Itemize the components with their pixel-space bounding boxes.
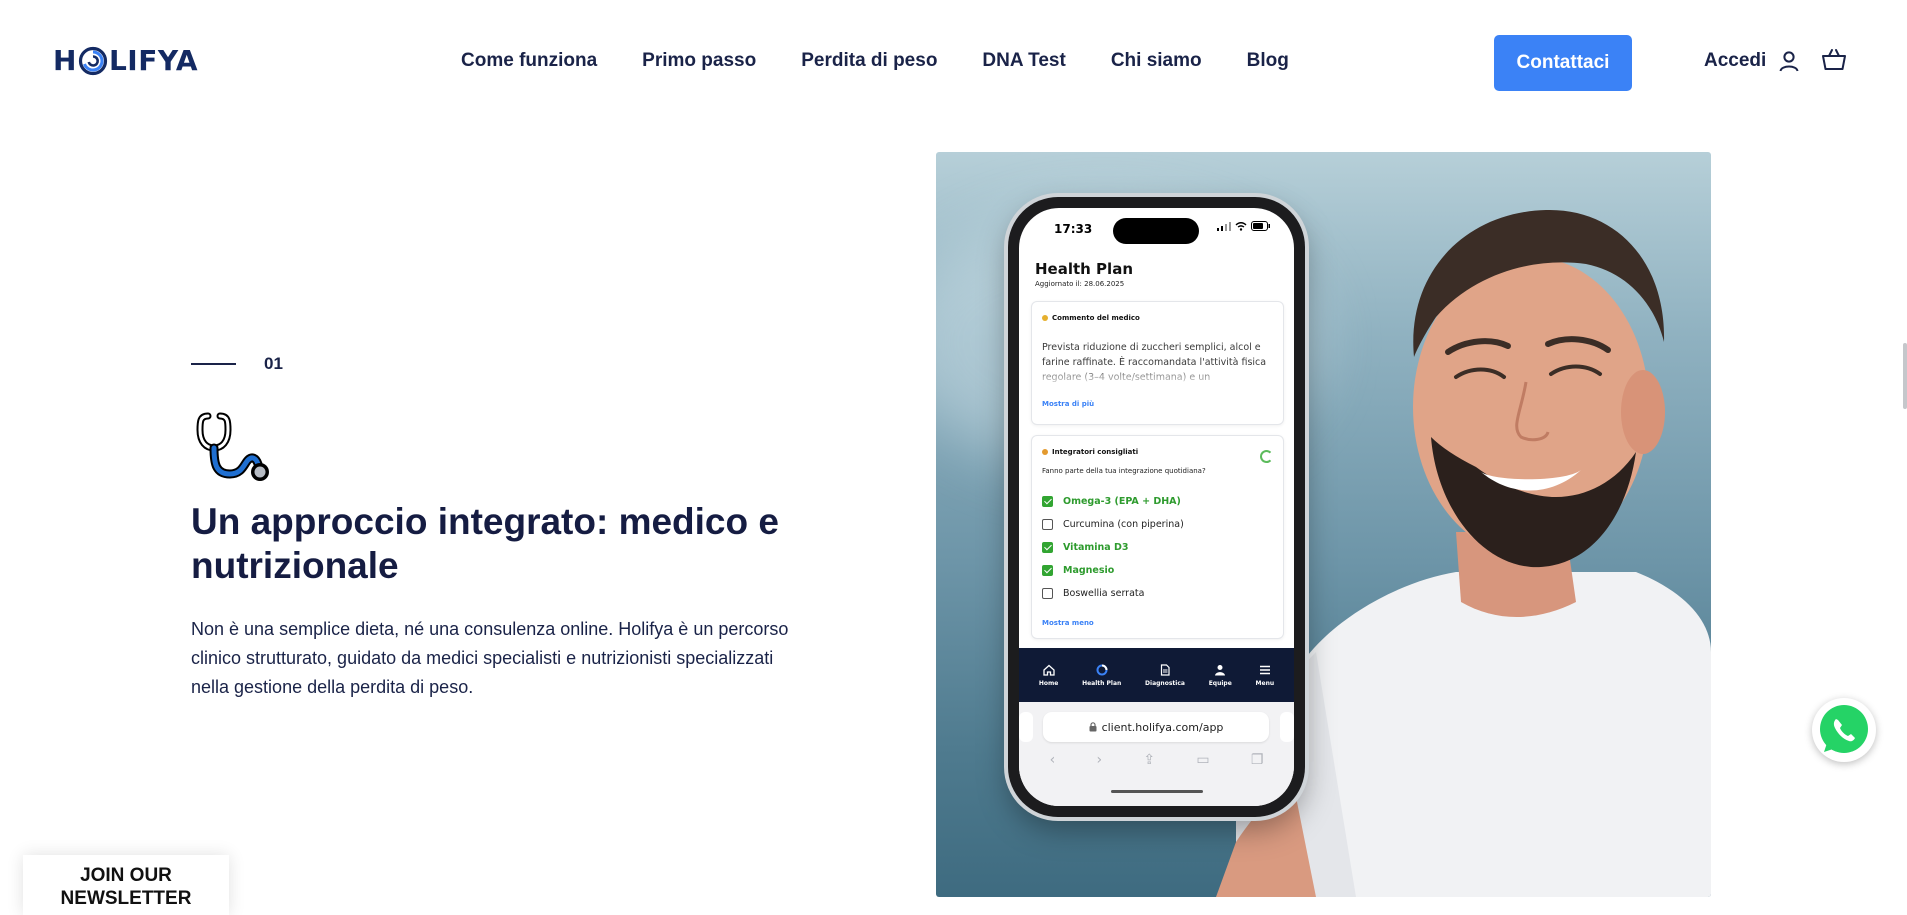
user-icon (1779, 51, 1799, 72)
comment-fade (1032, 367, 1283, 389)
step-line (191, 363, 236, 365)
logo-text-post: LIFYA (108, 44, 199, 77)
checkbox[interactable] (1042, 588, 1053, 599)
lock-icon (1089, 722, 1097, 732)
page-scrollbar[interactable] (1903, 343, 1907, 409)
phone-time: 17:33 (1054, 222, 1093, 236)
tab-home[interactable]: Home (1039, 664, 1058, 687)
supplement-item[interactable]: Vitamina D3 (1042, 536, 1184, 559)
main-nav: Come funziona Primo passo Perdita di pes… (461, 50, 1289, 72)
phone-tab-bar: Home Health Plan Diagnostica Equipe Menu (1019, 648, 1294, 702)
lightbulb-icon (1042, 315, 1048, 321)
supplements-card: Integratori consigliati Fanno parte dell… (1031, 435, 1284, 639)
supplements-list: Omega-3 (EPA + DHA) Curcumina (con piper… (1042, 490, 1184, 605)
nav-item-come-funziona[interactable]: Come funziona (461, 50, 597, 72)
checkbox[interactable] (1042, 565, 1053, 576)
supplement-item[interactable]: Magnesio (1042, 559, 1184, 582)
logo-text-pre: H (53, 44, 77, 77)
doctor-comment-card: Commento del medico Prevista riduzione d… (1031, 301, 1284, 425)
checkbox[interactable] (1042, 496, 1053, 507)
document-icon (1160, 663, 1170, 676)
checkbox[interactable] (1042, 542, 1053, 553)
supplement-item[interactable]: Curcumina (con piperina) (1042, 513, 1184, 536)
section-description: Non è una semplice dieta, né una consule… (191, 619, 789, 697)
forward-icon[interactable]: › (1096, 752, 1102, 768)
home-indicator (1111, 790, 1203, 793)
health-plan-date: Aggiornato il: 28.06.2025 (1035, 280, 1125, 288)
login-label: Accedi (1704, 50, 1767, 71)
phone-status-bar: 17:33 (1019, 208, 1294, 248)
supplements-heading: Integratori consigliati (1042, 448, 1138, 456)
nav-item-dna-test[interactable]: DNA Test (982, 50, 1065, 72)
login-link[interactable]: Accedi (1704, 50, 1800, 72)
show-more-link[interactable]: Mostra di più (1042, 400, 1094, 408)
pill-icon (1042, 449, 1048, 455)
loading-spinner-icon (1260, 450, 1273, 463)
nav-item-blog[interactable]: Blog (1247, 50, 1289, 72)
newsletter-line-1: JOIN OUR (80, 865, 172, 886)
doctor-comment-heading: Commento del medico (1042, 314, 1140, 322)
back-icon[interactable]: ‹ (1050, 752, 1056, 768)
supplements-question: Fanno parte della tua integrazione quoti… (1042, 467, 1206, 475)
site-header: H LIFYA Come funziona Primo passo Perdit… (0, 0, 1907, 125)
holifya-logo[interactable]: H LIFYA (53, 44, 198, 77)
step-number: 01 (264, 354, 283, 373)
tab-diagnostica[interactable]: Diagnostica (1145, 663, 1185, 687)
dynamic-island (1113, 218, 1199, 244)
menu-icon (1259, 665, 1270, 674)
nav-item-chi-siamo[interactable]: Chi siamo (1111, 50, 1202, 72)
phone-browser-bar: client.holifya.com/app ‹ › ⇪ ▭ ❐ (1019, 702, 1294, 806)
health-plan-title: Health Plan (1035, 260, 1133, 278)
nav-item-primo-passo[interactable]: Primo passo (642, 50, 756, 72)
newsletter-tab[interactable]: JOIN OUR NEWSLETTER (23, 855, 229, 915)
contact-button[interactable]: Contattaci (1494, 35, 1632, 91)
bookmarks-icon[interactable]: ▭ (1196, 752, 1209, 768)
logo-swirl-icon (78, 46, 108, 75)
step-indicator: 01 (191, 354, 283, 374)
battery-icon (1251, 221, 1270, 231)
url-text: client.holifya.com/app (1101, 720, 1224, 734)
next-tab-edge (1280, 712, 1294, 742)
stethoscope-icon (196, 412, 269, 481)
whatsapp-icon (1820, 705, 1868, 753)
share-icon[interactable]: ⇪ (1143, 752, 1155, 768)
home-icon (1042, 664, 1055, 676)
doctor-icon (1215, 664, 1226, 675)
tabs-icon[interactable]: ❐ (1251, 752, 1264, 768)
tab-health-plan[interactable]: Health Plan (1082, 664, 1121, 687)
tab-menu[interactable]: Menu (1256, 664, 1274, 687)
supplement-item[interactable]: Omega-3 (EPA + DHA) (1042, 490, 1184, 513)
newsletter-line-2: NEWSLETTER (60, 888, 192, 909)
tab-equipe[interactable]: Equipe (1209, 664, 1232, 687)
status-icons (1217, 221, 1271, 231)
whatsapp-button[interactable] (1812, 698, 1876, 762)
wifi-icon (1235, 221, 1247, 231)
phone-mockup: 17:33 Health Plan Aggiornato il: 28.06.2… (1008, 197, 1305, 817)
url-bar[interactable]: client.holifya.com/app (1043, 712, 1269, 742)
supplement-item[interactable]: Boswellia serrata (1042, 582, 1184, 605)
phone-screen: 17:33 Health Plan Aggiornato il: 28.06.2… (1019, 208, 1294, 806)
show-less-link[interactable]: Mostra meno (1042, 619, 1094, 627)
cart-icon[interactable] (1821, 48, 1847, 72)
section-title: Un approccio integrato: medico e nutrizi… (191, 501, 779, 586)
hero-photo: 17:33 Health Plan Aggiornato il: 28.06.2… (936, 152, 1711, 897)
nav-item-perdita-di-peso[interactable]: Perdita di peso (801, 50, 937, 72)
browser-nav-icons: ‹ › ⇪ ▭ ❐ (1029, 752, 1284, 768)
signal-icon (1217, 221, 1231, 231)
checkbox[interactable] (1042, 519, 1053, 530)
prev-tab-edge (1019, 712, 1033, 742)
health-plan-icon (1096, 664, 1108, 675)
